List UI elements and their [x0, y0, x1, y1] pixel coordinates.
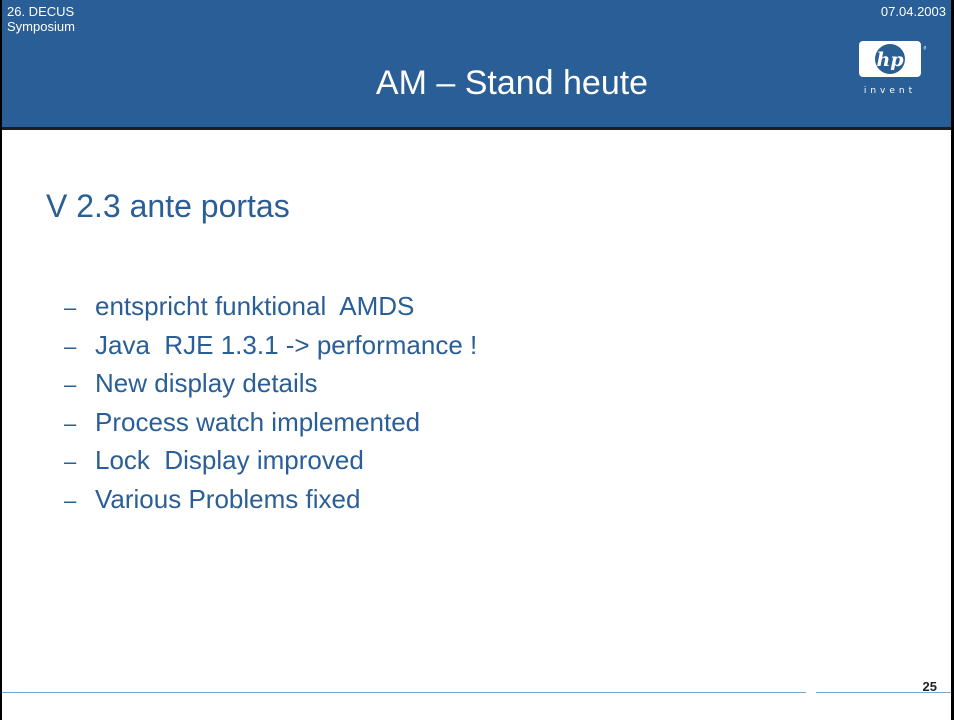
bullet-list: – entspricht funktional AMDS – Java RJE 1.…: [64, 288, 477, 519]
bullet-text: Various Problems fixed: [95, 483, 361, 514]
bullet-marker: –: [64, 295, 77, 320]
bullet-text: entspricht funktional AMDS: [95, 291, 415, 321]
bullet-item: – Process watch implemented: [64, 404, 477, 443]
slide: 26. DECUS Symposium 07.04.2003 AM – Stan…: [0, 0, 954, 720]
slide-border-left: [0, 0, 2, 720]
bullet-marker: –: [64, 449, 77, 474]
bullet-item: – New display details: [64, 365, 477, 404]
bullet-marker: –: [64, 410, 77, 436]
logo-mark: hp: [876, 49, 904, 71]
bullet-marker: –: [64, 333, 77, 359]
bullet-marker: –: [64, 372, 77, 397]
slide-title: AM – Stand heute: [375, 64, 649, 102]
slide-date: 07.04.2003: [880, 4, 946, 19]
bullet-item: – Lock Display improved: [64, 442, 477, 481]
bullet-item: – Java RJE 1.3.1 -> performance !: [64, 327, 477, 366]
event-line-2: Symposium: [7, 19, 75, 34]
bullet-text: Lock Display improved: [95, 445, 364, 475]
bullet-item: – entspricht funktional AMDS: [64, 288, 477, 327]
logo-tagline: invent: [864, 86, 916, 96]
bullet-text: New display details: [95, 368, 318, 398]
bullet-text: Java RJE 1.3.1 -> performance !: [95, 329, 478, 360]
bullet-marker: –: [64, 487, 77, 513]
footer-divider: [2, 692, 806, 693]
event-line-1: 26. DECUS: [7, 4, 75, 19]
event-label: 26. DECUS Symposium: [7, 4, 75, 34]
bullet-item: – Various Problems fixed: [64, 481, 477, 520]
header-divider: [2, 127, 951, 130]
hp-invent-logo: hp ® invent: [854, 38, 926, 103]
svg-text:®: ®: [923, 45, 926, 52]
bullet-text: Process watch implemented: [95, 406, 421, 437]
slide-heading: V 2.3 ante portas: [46, 188, 290, 224]
page-number: 25: [922, 679, 937, 694]
